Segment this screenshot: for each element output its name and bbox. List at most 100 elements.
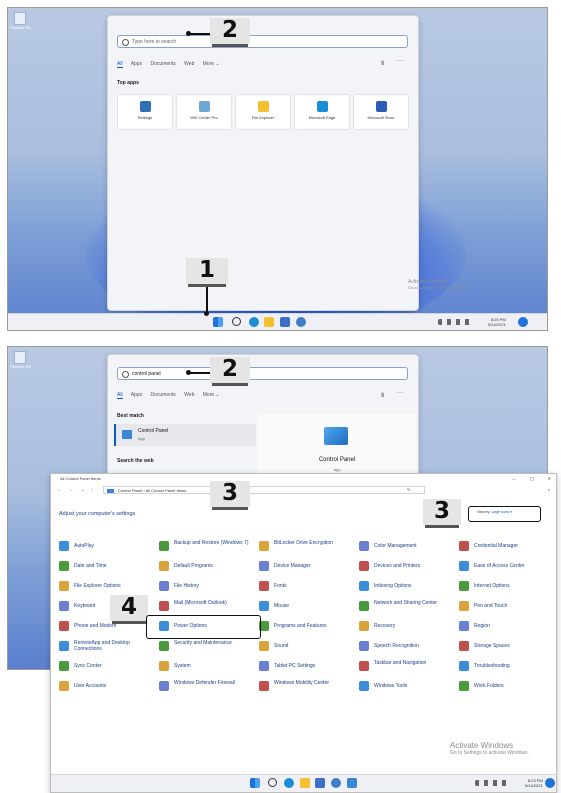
more-options-icon[interactable]: ··· <box>397 58 403 64</box>
search-input-filled[interactable]: control panel <box>117 367 408 380</box>
control-panel-item[interactable]: Speech Recognition <box>359 638 455 654</box>
control-panel-item[interactable]: Work Folders <box>459 678 555 694</box>
top-app-tile[interactable]: Microsoft Store <box>353 94 409 130</box>
control-panel-item[interactable]: Network and Sharing Center <box>359 598 455 614</box>
search-input[interactable]: Type here to search <box>117 35 408 48</box>
top-app-tile[interactable]: File Explorer <box>235 94 291 130</box>
start-windows-icon[interactable] <box>213 317 223 327</box>
control-panel-item[interactable]: BitLocker Drive Encryption <box>259 538 355 554</box>
minimize-button[interactable]: — <box>512 474 516 483</box>
settings-taskbar-icon[interactable] <box>296 317 306 327</box>
control-panel-item[interactable]: Windows Mobility Center <box>259 678 355 694</box>
back-arrow-icon[interactable]: ← <box>57 484 61 496</box>
control-panel-item[interactable]: Indexing Options <box>359 578 455 594</box>
control-panel-item[interactable]: Windows Defender Firewall <box>159 678 255 694</box>
control-panel-item[interactable]: User Accounts <box>59 678 155 694</box>
search-taskbar-icon[interactable] <box>232 317 241 326</box>
tab-documents[interactable]: Documents <box>150 61 175 67</box>
share-icon[interactable]: ꝸ <box>381 59 384 67</box>
control-panel-item[interactable]: Windows Tools <box>359 678 455 694</box>
control-panel-item[interactable]: Region <box>459 618 555 634</box>
control-panel-item[interactable]: Taskbar and Navigation <box>359 658 455 674</box>
control-panel-item[interactable]: Programs and Features <box>259 618 355 634</box>
close-button[interactable]: ✕ <box>548 474 551 483</box>
notification-icon[interactable] <box>518 317 528 327</box>
view-by-highlight <box>468 506 541 522</box>
more-options-icon-2[interactable]: ··· <box>397 390 403 396</box>
tab-all-2[interactable]: All <box>117 392 123 399</box>
control-panel-item[interactable]: Pen and Touch <box>459 598 555 614</box>
view-by-control[interactable]: View by: Large icons ▾ <box>477 510 512 514</box>
start-windows-icon-2[interactable] <box>250 778 260 788</box>
clock[interactable]: 8:20 PM 5/14/2021 <box>488 317 506 327</box>
control-panel-item[interactable]: File History <box>159 578 255 594</box>
control-panel-item-icon <box>359 561 369 571</box>
best-match-result[interactable]: Control Panel App <box>114 424 256 446</box>
view-by-value[interactable]: Large icons ▾ <box>491 510 512 514</box>
control-panel-item[interactable]: Devices and Printers <box>359 558 455 574</box>
control-panel-item[interactable]: Date and Time <box>59 558 155 574</box>
tab-more-2[interactable]: More ⌄ <box>203 392 220 398</box>
notification-icon-2[interactable] <box>545 778 555 788</box>
search-tabs-2: All Apps Documents Web More ⌄ <box>117 392 227 399</box>
control-panel-item[interactable]: Internet Options <box>459 578 555 594</box>
control-panel-item[interactable]: Tablet PC Settings <box>259 658 355 674</box>
explorer-taskbar-icon-2[interactable] <box>300 778 310 788</box>
up-arrow-icon[interactable]: ↑ <box>91 484 93 496</box>
recycle-bin-icon[interactable] <box>14 12 26 25</box>
store-icon <box>375 101 387 112</box>
top-app-tile[interactable]: Settings <box>117 94 173 130</box>
mail-taskbar-icon[interactable] <box>280 317 290 327</box>
control-panel-item[interactable]: System <box>159 658 255 674</box>
clock-2[interactable]: 8:23 PM 5/14/2021 <box>525 778 543 788</box>
tab-web-2[interactable]: Web <box>184 392 194 398</box>
top-app-tile[interactable]: MSI Center Pro <box>176 94 232 130</box>
control-panel-item[interactable]: Device Manager <box>259 558 355 574</box>
control-panel-item[interactable]: AutoPlay <box>59 538 155 554</box>
control-panel-item[interactable]: Color Management <box>359 538 455 554</box>
control-panel-item[interactable]: Recovery <box>359 618 455 634</box>
edge-taskbar-icon[interactable] <box>249 317 259 327</box>
search-taskbar-icon-2[interactable] <box>268 778 277 787</box>
tab-web[interactable]: Web <box>184 61 194 67</box>
control-panel-item[interactable]: Troubleshooting <box>459 658 555 674</box>
control-panel-item[interactable]: Ease of Access Center <box>459 558 555 574</box>
forward-arrow-icon[interactable]: → <box>69 484 73 496</box>
maximize-button[interactable]: ▢ <box>530 474 534 483</box>
control-panel-item[interactable]: Backup and Restore (Windows 7) <box>159 538 255 554</box>
top-app-tile[interactable]: Microsoft Edge <box>294 94 350 130</box>
tray-icons-2[interactable] <box>475 780 511 786</box>
refresh-icon[interactable]: ↻ <box>407 484 410 496</box>
control-panel-item-label: Recovery <box>374 623 396 629</box>
recent-chevron-icon[interactable]: ⌄ <box>81 484 84 496</box>
control-panel-item[interactable]: Sound <box>259 638 355 654</box>
mail-taskbar-icon-2[interactable] <box>315 778 325 788</box>
recycle-bin-label-2: Recycle Bin <box>10 364 32 369</box>
tab-apps[interactable]: Apps <box>131 61 142 67</box>
address-bar[interactable]: Control Panel › All Control Panel Items <box>103 486 425 494</box>
control-panel-item[interactable]: Default Programs <box>159 558 255 574</box>
control-panel-item[interactable]: Mail (Microsoft Outlook) <box>159 598 255 614</box>
control-panel-item[interactable]: Fonts <box>259 578 355 594</box>
control-panel-item-icon <box>259 661 269 671</box>
control-panel-item[interactable]: Security and Maintenance <box>159 638 255 654</box>
control-panel-item-icon <box>59 681 69 691</box>
control-panel-item[interactable]: Mouse <box>259 598 355 614</box>
edge-taskbar-icon-2[interactable] <box>284 778 294 788</box>
tab-all[interactable]: All <box>117 61 123 68</box>
tab-apps-2[interactable]: Apps <box>131 392 142 398</box>
cp-search-icon[interactable]: ⌕ <box>548 484 550 496</box>
control-panel-item[interactable]: Sync Center <box>59 658 155 674</box>
control-panel-item[interactable]: Storage Spaces <box>459 638 555 654</box>
tab-more[interactable]: More ⌄ <box>203 61 220 67</box>
control-panel-taskbar-icon[interactable] <box>347 778 357 788</box>
explorer-taskbar-icon[interactable] <box>264 317 274 327</box>
recycle-bin-icon-2[interactable] <box>14 351 26 364</box>
control-panel-item[interactable]: RemoteApp and Desktop Connections <box>59 638 155 654</box>
tray-icons[interactable] <box>438 319 474 325</box>
share-icon-2[interactable]: ꝸ <box>381 391 384 399</box>
control-panel-item[interactable]: Credential Manager <box>459 538 555 554</box>
settings-taskbar-icon-2[interactable] <box>331 778 341 788</box>
control-panel-item[interactable]: File Explorer Options <box>59 578 155 594</box>
tab-documents-2[interactable]: Documents <box>150 392 175 398</box>
